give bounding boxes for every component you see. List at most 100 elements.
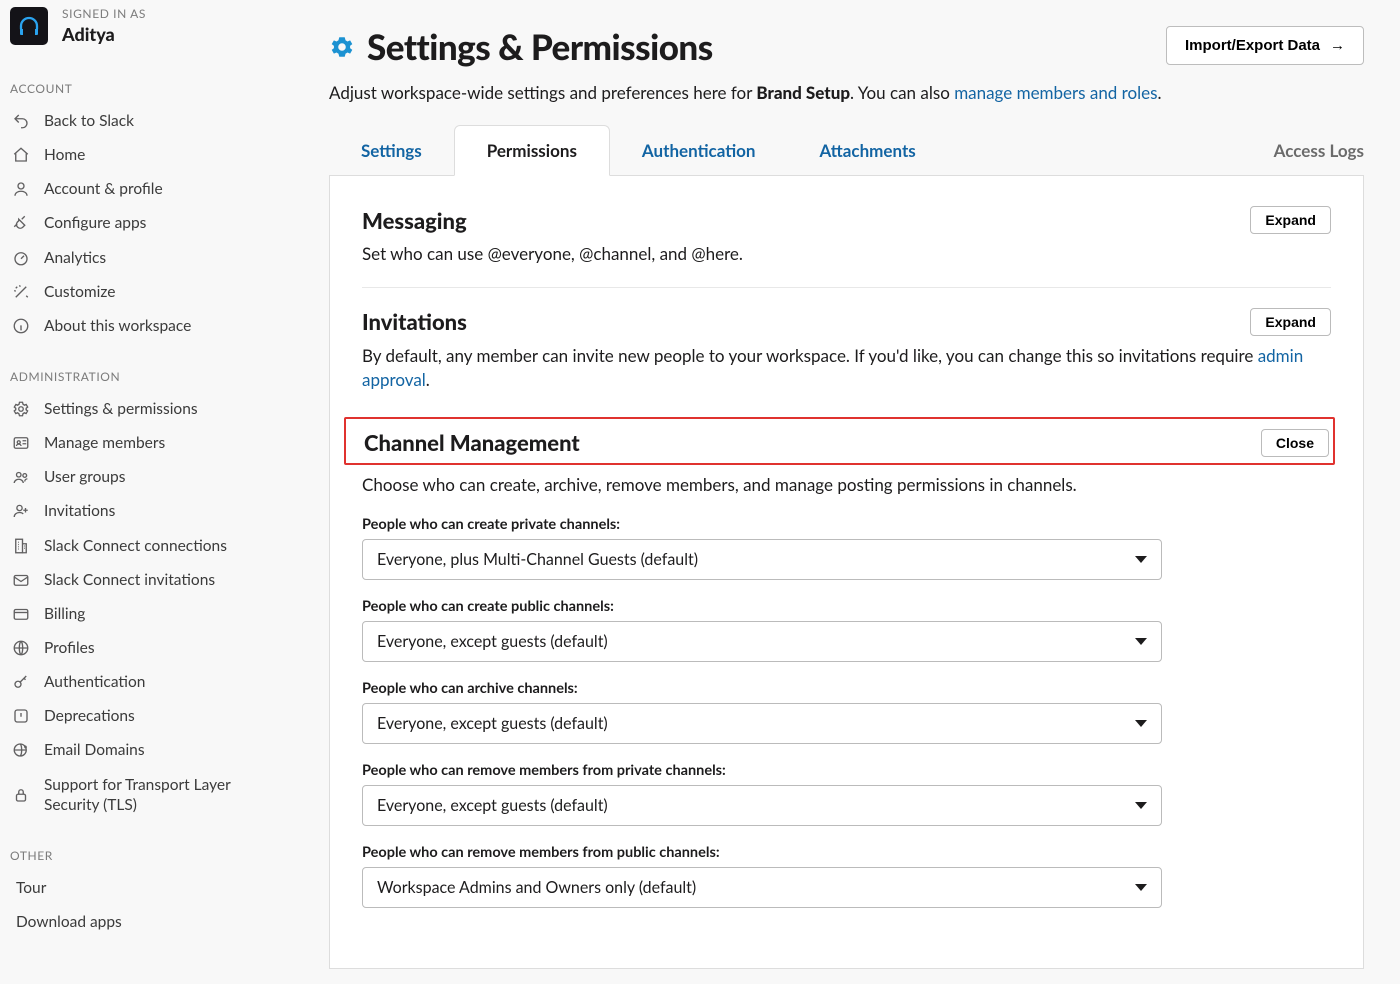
select-archive-channels[interactable]: Everyone, except guests (default) bbox=[362, 703, 1162, 744]
field-label: People who can remove members from publi… bbox=[362, 844, 1331, 861]
field-label: People who can archive channels: bbox=[362, 680, 1331, 697]
manage-members-link[interactable]: manage members and roles bbox=[954, 82, 1157, 103]
user-block: SIGNED IN AS Aditya bbox=[0, 0, 277, 55]
sidebar-item-about[interactable]: About this workspace bbox=[0, 309, 277, 343]
signed-in-as-label: SIGNED IN AS bbox=[62, 6, 146, 21]
field-create-private-channels: People who can create private channels: … bbox=[362, 516, 1331, 580]
select-value: Everyone, plus Multi-Channel Guests (def… bbox=[377, 550, 698, 569]
setting-desc: Choose who can create, archive, remove m… bbox=[362, 473, 1331, 498]
field-label: People who can create public channels: bbox=[362, 598, 1331, 615]
field-remove-members-public: People who can remove members from publi… bbox=[362, 844, 1331, 908]
select-remove-members-public[interactable]: Workspace Admins and Owners only (defaul… bbox=[362, 867, 1162, 908]
sidebar-item-label: Back to Slack bbox=[44, 111, 134, 131]
avatar bbox=[10, 7, 48, 45]
sidebar-item-analytics[interactable]: Analytics bbox=[0, 241, 277, 275]
sidebar-item-billing[interactable]: Billing bbox=[0, 597, 277, 631]
select-value: Everyone, except guests (default) bbox=[377, 796, 608, 815]
setting-title: Messaging bbox=[362, 207, 467, 234]
sidebar-item-label: Billing bbox=[44, 604, 85, 624]
channel-management-highlight: Channel Management Close bbox=[344, 417, 1335, 465]
card-icon bbox=[12, 605, 30, 623]
field-label: People who can remove members from priva… bbox=[362, 762, 1331, 779]
sidebar-item-label: Support for Transport Layer Security (TL… bbox=[44, 775, 265, 815]
setting-title: Invitations bbox=[362, 308, 467, 335]
chevron-down-icon bbox=[1135, 638, 1147, 645]
sidebar-item-label: Account & profile bbox=[44, 179, 163, 199]
sidebar-item-email-domains[interactable]: Email Domains bbox=[0, 733, 277, 767]
sidebar-item-tls[interactable]: Support for Transport Layer Security (TL… bbox=[0, 768, 277, 822]
tab-access-logs[interactable]: Access Logs bbox=[1274, 126, 1364, 175]
field-label: People who can create private channels: bbox=[362, 516, 1331, 533]
chevron-down-icon bbox=[1135, 556, 1147, 563]
sidebar-item-customize[interactable]: Customize bbox=[0, 275, 277, 309]
permissions-panel: Messaging Expand Set who can use @everyo… bbox=[329, 176, 1364, 969]
main-content: Settings & Permissions Import/Export Dat… bbox=[277, 0, 1400, 984]
sidebar-item-label: Invitations bbox=[44, 501, 115, 521]
headphones-icon bbox=[17, 14, 41, 38]
sidebar-item-home[interactable]: Home bbox=[0, 138, 277, 172]
sidebar-item-label: Email Domains bbox=[44, 740, 145, 760]
sidebar-item-back[interactable]: Back to Slack bbox=[0, 104, 277, 138]
section-header-admin: ADMINISTRATION bbox=[0, 343, 277, 392]
tab-permissions[interactable]: Permissions bbox=[454, 125, 610, 176]
gauge-icon bbox=[12, 249, 30, 267]
sidebar-item-deprecations[interactable]: Deprecations bbox=[0, 699, 277, 733]
home-icon bbox=[12, 146, 30, 164]
key-icon bbox=[12, 673, 30, 691]
sidebar-item-slack-connect-invitations[interactable]: Slack Connect invitations bbox=[0, 563, 277, 597]
sidebar-item-user-groups[interactable]: User groups bbox=[0, 460, 277, 494]
expand-button[interactable]: Expand bbox=[1250, 206, 1331, 234]
sidebar-item-label: Slack Connect connections bbox=[44, 536, 227, 556]
user-name: Aditya bbox=[62, 23, 146, 45]
chevron-down-icon bbox=[1135, 720, 1147, 727]
page-header: Settings & Permissions Import/Export Dat… bbox=[329, 26, 1364, 68]
field-create-public-channels: People who can create public channels: E… bbox=[362, 598, 1331, 662]
select-remove-members-private[interactable]: Everyone, except guests (default) bbox=[362, 785, 1162, 826]
sidebar-item-label: Customize bbox=[44, 282, 115, 302]
sidebar-item-label: Slack Connect invitations bbox=[44, 570, 215, 590]
setting-messaging: Messaging Expand Set who can use @everyo… bbox=[362, 206, 1331, 287]
sidebar-item-label: User groups bbox=[44, 467, 125, 487]
sidebar-item-account-profile[interactable]: Account & profile bbox=[0, 172, 277, 206]
import-export-button[interactable]: Import/Export Data bbox=[1166, 26, 1364, 65]
subhead-text: . You can also bbox=[850, 82, 954, 103]
nav-list-account: Back to Slack Home Account & profile Con… bbox=[0, 104, 277, 343]
sidebar-item-label: Configure apps bbox=[44, 213, 146, 233]
sidebar-item-tour[interactable]: Tour bbox=[0, 871, 277, 905]
sidebar-item-label: Settings & permissions bbox=[44, 399, 198, 419]
setting-invitations: Invitations Expand By default, any membe… bbox=[362, 287, 1331, 413]
plug-icon bbox=[12, 214, 30, 232]
close-button[interactable]: Close bbox=[1261, 429, 1329, 457]
sidebar-item-label: Profiles bbox=[44, 638, 95, 658]
setting-desc: Set who can use @everyone, @channel, and… bbox=[362, 242, 1331, 267]
envelope-icon bbox=[12, 571, 30, 589]
nav-list-other: Tour Download apps bbox=[0, 871, 277, 939]
sidebar-item-settings-permissions[interactable]: Settings & permissions bbox=[0, 392, 277, 426]
expand-button[interactable]: Expand bbox=[1250, 308, 1331, 336]
warning-icon bbox=[12, 707, 30, 725]
sidebar-item-manage-members[interactable]: Manage members bbox=[0, 426, 277, 460]
sidebar-item-label: Download apps bbox=[16, 912, 122, 932]
sidebar-item-download-apps[interactable]: Download apps bbox=[0, 905, 277, 939]
tab-attachments[interactable]: Attachments bbox=[788, 126, 948, 175]
sidebar-item-invitations[interactable]: Invitations bbox=[0, 494, 277, 528]
sidebar-item-label: Manage members bbox=[44, 433, 165, 453]
sidebar-item-slack-connect-connections[interactable]: Slack Connect connections bbox=[0, 529, 277, 563]
button-label: Import/Export Data bbox=[1185, 37, 1320, 54]
field-remove-members-private: People who can remove members from priva… bbox=[362, 762, 1331, 826]
select-create-private-channels[interactable]: Everyone, plus Multi-Channel Guests (def… bbox=[362, 539, 1162, 580]
tab-authentication[interactable]: Authentication bbox=[610, 126, 788, 175]
tab-settings[interactable]: Settings bbox=[329, 126, 454, 175]
select-create-public-channels[interactable]: Everyone, except guests (default) bbox=[362, 621, 1162, 662]
sidebar-item-label: About this workspace bbox=[44, 316, 191, 336]
subhead-text: . bbox=[1158, 82, 1162, 103]
sidebar-item-authentication[interactable]: Authentication bbox=[0, 665, 277, 699]
sidebar-item-profiles[interactable]: Profiles bbox=[0, 631, 277, 665]
group-icon bbox=[12, 468, 30, 486]
page-subhead: Adjust workspace-wide settings and prefe… bbox=[329, 82, 1364, 103]
person-plus-icon bbox=[12, 502, 30, 520]
setting-channel-management: Channel Management Close Choose who can … bbox=[362, 417, 1331, 928]
subhead-text: Adjust workspace-wide settings and prefe… bbox=[329, 82, 756, 103]
sidebar-item-configure-apps[interactable]: Configure apps bbox=[0, 206, 277, 240]
gear-icon bbox=[329, 34, 355, 60]
